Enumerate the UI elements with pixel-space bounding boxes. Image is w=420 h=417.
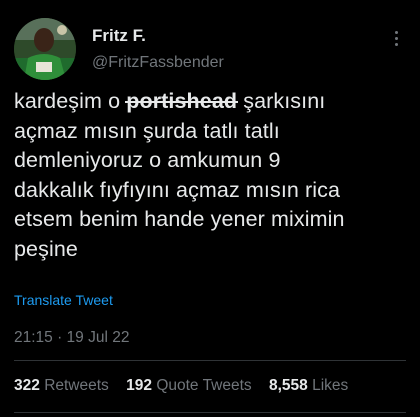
tweet-text-line: demleniyoruz o amkumun 9 xyxy=(14,148,281,172)
divider xyxy=(14,412,406,413)
likes-stat[interactable]: 8,558 Likes xyxy=(269,377,348,394)
retweets-label: Retweets xyxy=(44,377,109,394)
tweet-text-line: etsem benim hande yener miximin xyxy=(14,207,345,231)
more-options-icon[interactable] xyxy=(386,28,406,48)
quote-tweets-stat[interactable]: 192 Quote Tweets xyxy=(126,377,252,394)
tweet-header: Fritz F. @FritzFassbender xyxy=(14,18,406,80)
quote-tweets-label: Quote Tweets xyxy=(156,377,252,394)
quote-tweets-count: 192 xyxy=(126,377,152,394)
retweets-stat[interactable]: 322 Retweets xyxy=(14,377,109,394)
tweet-text-line: peşine xyxy=(14,236,78,261)
tweet-timestamp[interactable]: 21:15 · 19 Jul 22 xyxy=(14,329,129,347)
more-dot xyxy=(394,36,398,40)
tweet-stats: 322 Retweets 192 Quote Tweets 8,558 Like… xyxy=(14,377,361,395)
tweet-text-line: kardeşim o portishead şarkısını xyxy=(14,87,409,117)
struck-through-word: portishead xyxy=(126,89,238,113)
divider xyxy=(14,360,406,361)
tweet-text-segment: kardeşim o xyxy=(14,89,127,113)
display-name[interactable]: Fritz F. xyxy=(92,26,224,46)
avatar-image xyxy=(14,18,76,80)
tweet-text-line: açmaz mısın şurda tatlı tatlı xyxy=(14,118,280,143)
user-handle[interactable]: @FritzFassbender xyxy=(92,53,224,73)
more-dot xyxy=(394,30,398,34)
likes-label: Likes xyxy=(312,377,349,394)
tweet-text-segment: şarkısını xyxy=(237,89,326,113)
translate-tweet-link[interactable]: Translate Tweet xyxy=(14,292,113,308)
author-names: Fritz F. @FritzFassbender xyxy=(92,26,224,73)
tweet-text: kardeşim o portishead şarkısını açmaz mı… xyxy=(14,87,409,264)
more-dot xyxy=(394,42,398,46)
tweet-card: Fritz F. @FritzFassbender kardeşim o por… xyxy=(0,0,420,417)
tweet-text-line: dakkalık fıyfıyını açmaz mısın rica xyxy=(14,177,341,202)
likes-count: 8,558 xyxy=(268,377,308,394)
retweets-count: 322 xyxy=(14,377,40,394)
avatar[interactable] xyxy=(14,18,76,80)
